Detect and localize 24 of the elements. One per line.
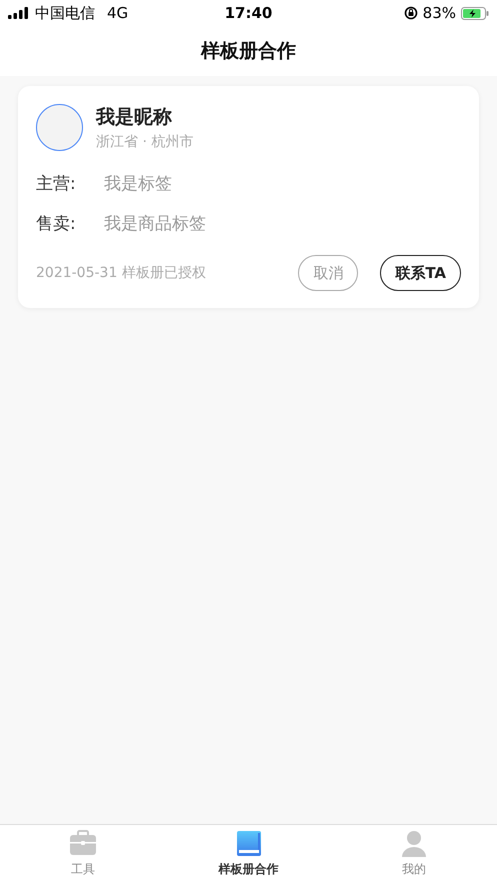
field-value: 我是商品标签 <box>104 212 206 234</box>
tab-item[interactable]: 样板册合作 <box>166 825 332 883</box>
tab-item[interactable]: 我的 <box>331 825 497 883</box>
nickname: 我是昵称 <box>96 105 173 130</box>
person-icon <box>400 830 428 858</box>
contact-button[interactable]: 联系TA <box>380 255 461 291</box>
location-text: 浙江省 · 杭州市 <box>96 133 194 151</box>
battery-icon <box>461 6 489 20</box>
page-title: 样板册合作 <box>201 39 296 64</box>
carrier-name: 中国电信 <box>35 4 95 22</box>
battery-percent: 83% <box>422 4 456 22</box>
cancel-button[interactable]: 取消 <box>298 255 358 291</box>
book-icon <box>234 830 262 858</box>
authorization-note: 2021-05-31 样板册已授权 <box>36 264 206 282</box>
rotation-lock-icon <box>404 6 418 20</box>
network-type: 4G <box>107 4 128 22</box>
field-label: 售卖: <box>36 212 77 234</box>
tab-item[interactable]: 工具 <box>0 825 166 883</box>
signal-icon <box>8 7 30 19</box>
status-time: 17:40 <box>224 4 274 22</box>
toolbox-icon <box>68 830 97 858</box>
field-value: 我是标签 <box>104 172 172 194</box>
avatar <box>36 104 83 151</box>
field-label: 主营: <box>36 172 77 194</box>
